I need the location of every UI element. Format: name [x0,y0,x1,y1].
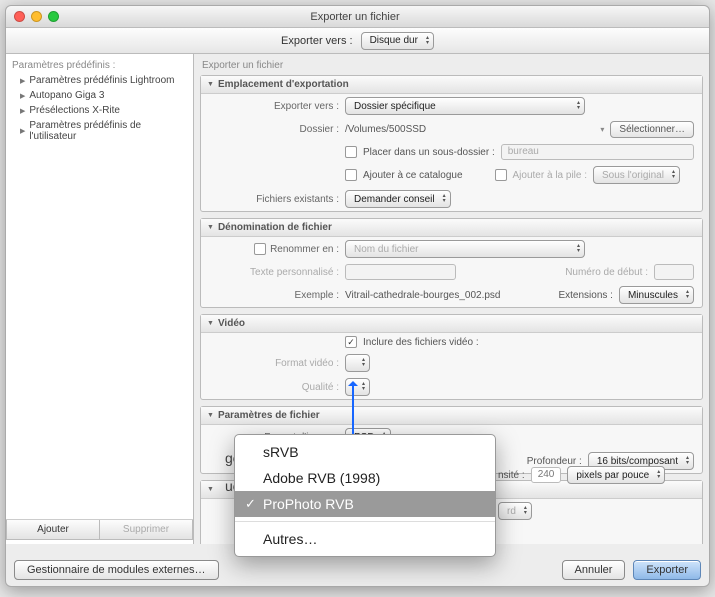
add-stack-checkbox[interactable] [495,169,507,181]
chevron-down-icon: ▼ [207,320,214,327]
add-preset-button[interactable]: Ajouter [6,520,100,540]
dropdown-item-prophoto[interactable]: ✓ProPhoto RVB [235,491,495,517]
label: Format vidéo : [209,358,339,369]
label: Fichiers existants : [209,194,339,205]
dropdown-item-srgb[interactable]: sRVB [235,439,495,465]
titlebar: Exporter un fichier [6,6,709,28]
export-to-label: Exporter vers : [281,35,353,47]
clipped-right: nsité : 240 pixels par pouce rd [498,466,665,520]
remove-preset-button[interactable]: Supprimer [100,520,193,540]
export-folder-select[interactable]: Dossier spécifique [345,97,585,115]
plugin-manager-button[interactable]: Gestionnaire de modules externes… [14,560,219,580]
zoom-icon[interactable] [48,11,59,22]
label: Texte personnalisé : [209,267,339,278]
panel-header[interactable]: ▼Paramètres de fichier [201,407,702,425]
panel-export-location: ▼Emplacement d'exportation Exporter vers… [200,75,703,212]
traffic-lights [14,11,59,22]
sidebar-item[interactable]: ▶Autopano Giga 3 [6,88,193,103]
chevron-updown-icon [426,36,429,46]
footer: Gestionnaire de modules externes… Annule… [14,560,701,580]
export-window: Exporter un fichier Exporter vers : Disq… [5,5,710,587]
example-value: Vitrail-cathedrale-bourges_002.psd [345,290,552,301]
subfolder-input[interactable]: bureau [501,144,694,160]
label: Profondeur : [527,456,582,467]
chevron-down-icon: ▼ [207,224,214,231]
label: Qualité : [209,382,339,393]
label: Exemple : [209,290,339,301]
existing-files-select[interactable]: Demander conseil [345,190,451,208]
sidebar-item[interactable]: ▶Présélections X-Rite [6,103,193,118]
close-icon[interactable] [14,11,25,22]
start-number-input [654,264,694,280]
label: Placer dans un sous-dossier : [363,147,495,158]
chevron-updown-icon [443,194,446,204]
chevron-updown-icon [577,101,580,111]
stack-select: Sous l'original [593,166,680,184]
disclosure-icon: ▶ [20,92,25,100]
sidebar-buttons: Ajouter Supprimer [6,519,193,540]
partial-select: rd [498,502,532,520]
window-title: Exporter un fichier [59,11,651,23]
label: Renommer en : [270,244,339,255]
label: Inclure des fichiers vidéo : [363,337,479,348]
subfolder-checkbox[interactable] [345,146,357,158]
chevron-updown-icon [362,358,365,368]
separator [235,521,495,522]
panel-video: ▼Vidéo ✓ Inclure des fichiers vidéo : Fo… [200,314,703,400]
chevron-updown-icon [524,506,527,516]
select-folder-button[interactable]: Sélectionner… [610,121,694,138]
disclosure-icon: ▶ [20,107,25,115]
preset-list: ▶Paramètres prédéfinis Lightroom ▶Autopa… [6,73,193,519]
chevron-down-icon: ▼ [207,412,214,419]
label: Dossier : [209,124,339,135]
label: Exporter vers : [209,101,339,112]
density-unit-select[interactable]: pixels par pouce [567,466,665,484]
panel-header[interactable]: ▼Vidéo [201,315,702,333]
colorspace-dropdown-menu[interactable]: sRVB Adobe RVB (1998) ✓ProPhoto RVB Autr… [234,434,496,557]
label: Extensions : [558,290,612,301]
density-input[interactable]: 240 [531,467,562,483]
chevron-down-icon: ▼ [207,81,214,88]
add-catalog-checkbox[interactable] [345,169,357,181]
sidebar: Paramètres prédéfinis : ▶Paramètres préd… [6,54,194,544]
dropdown-item-adobergb[interactable]: Adobe RVB (1998) [235,465,495,491]
chevron-updown-icon [672,170,675,180]
chevron-updown-icon [686,290,689,300]
folder-path: /Volumes/500SSD [345,124,594,135]
label: Ajouter à ce catalogue [363,170,463,181]
video-format-select [345,354,370,372]
rename-select: Nom du fichier [345,240,585,258]
sidebar-header: Paramètres prédéfinis : [6,58,193,73]
disclosure-icon: ▶ [20,77,25,85]
custom-text-input [345,264,456,280]
panel-header[interactable]: ▼Dénomination de fichier [201,219,702,237]
chevron-updown-icon [686,456,689,466]
panel-file-naming: ▼Dénomination de fichier Renommer en : N… [200,218,703,308]
minimize-icon[interactable] [31,11,42,22]
rename-checkbox[interactable] [254,243,266,255]
main-header: Exporter un fichier [200,58,703,75]
label: Ajouter à la pile : [513,170,588,181]
cancel-button[interactable]: Annuler [562,560,626,580]
topbar: Exporter vers : Disque dur [6,28,709,54]
sidebar-item[interactable]: ▶Paramètres prédéfinis Lightroom [6,73,193,88]
extensions-select[interactable]: Minuscules [619,286,694,304]
annotation-arrow-icon [352,384,354,434]
sidebar-item[interactable]: ▶Paramètres prédéfinis de l'utilisateur [6,118,193,144]
chevron-updown-icon [362,382,365,392]
chevron-updown-icon [657,470,660,480]
panel-header[interactable]: ▼Emplacement d'exportation [201,76,702,94]
chevron-down-icon: ▼ [207,486,214,493]
include-video-checkbox[interactable]: ✓ [345,336,357,348]
label: Numéro de début : [565,267,648,278]
export-to-select[interactable]: Disque dur [361,32,434,50]
disclosure-icon: ▶ [20,127,25,135]
dropdown-icon[interactable]: ▾ [600,125,604,134]
dropdown-item-other[interactable]: Autres… [235,526,495,552]
chevron-updown-icon [577,244,580,254]
export-button[interactable]: Exporter [633,560,701,580]
checkmark-icon: ✓ [245,496,256,512]
export-to-value: Disque dur [370,35,418,46]
